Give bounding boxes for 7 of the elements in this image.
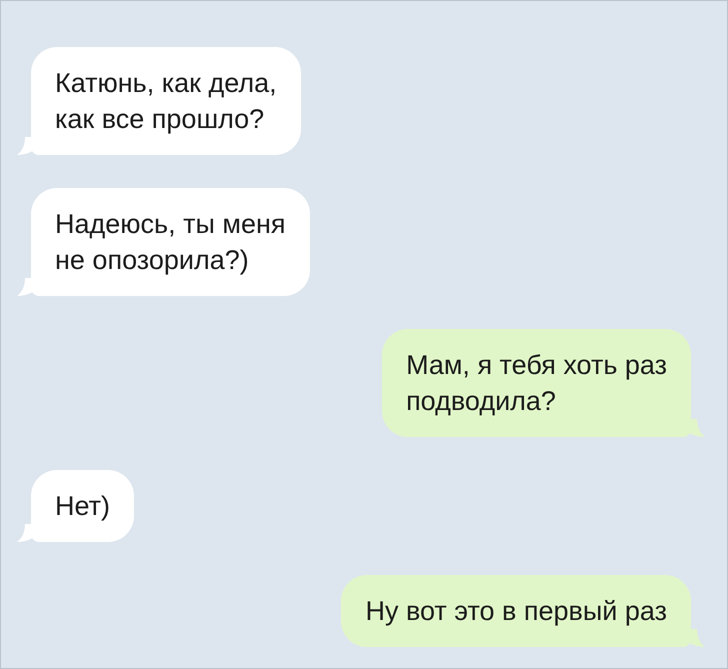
- message-bubble: Ну вот это в первый раз: [341, 575, 691, 647]
- message-bubble: Мам, я тебя хоть раз подводила?: [382, 329, 691, 437]
- message-bubble: Нет): [31, 470, 134, 542]
- bubble-tail: [689, 629, 705, 647]
- message-bubble: Надеюсь, ты меня не опозорила?): [31, 188, 310, 296]
- message-bubble: Катюнь, как дела, как все прошло?: [31, 47, 301, 155]
- bubble-tail: [689, 419, 705, 437]
